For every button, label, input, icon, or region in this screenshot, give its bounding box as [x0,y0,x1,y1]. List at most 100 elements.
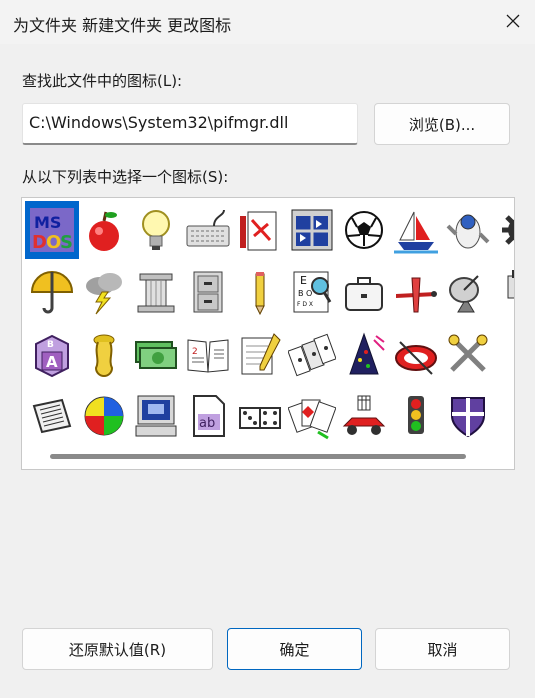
party-hat-icon[interactable] [337,325,391,383]
window-icon-glyph [291,209,333,251]
briefcase-icon-glyph [345,277,383,311]
svg-text:F D X: F D X [297,301,313,308]
restore-defaults-button[interactable]: 还原默认值(R) [22,628,213,670]
svg-text:E: E [300,274,307,287]
storm-cloud-icon-glyph [86,273,122,315]
window-title: 为文件夹 新建文件夹 更改图标 [13,16,232,35]
traffic-light-icon-glyph [408,396,424,434]
shield-icon[interactable] [441,387,495,445]
beach-ball-icon[interactable] [77,387,131,445]
satellite-dish-icon[interactable] [441,263,495,321]
file-cabinet-icon-glyph [193,271,223,313]
airplane-icon-glyph [396,277,437,313]
raft-icon[interactable] [389,325,443,383]
ms-dos-icon-glyph: MSD OS [30,208,74,253]
font-file-icon[interactable]: ab [181,387,235,445]
column-icon[interactable] [129,263,183,321]
svg-text:2: 2 [192,347,198,357]
icon-list[interactable]: MS D O S E B O F D X A B 2 ab [21,197,515,470]
light-bulb-icon-glyph [142,210,170,250]
pencil-document-icon[interactable] [233,201,287,259]
traffic-light-icon[interactable] [389,387,443,445]
svg-text:B O: B O [298,289,312,298]
apple-icon-glyph [89,211,119,251]
title-bar: 为文件夹 新建文件夹 更改图标 [0,0,535,44]
crossed-tools-icon[interactable] [441,325,495,383]
svg-text:B: B [47,340,54,350]
close-button[interactable] [499,7,527,35]
svg-text:MS: MS [34,213,61,232]
icon-file-path-input[interactable]: C:\Windows\System32\pifmgr.dll [22,103,358,145]
close-icon [506,14,520,28]
money-icon[interactable] [129,325,183,383]
svg-text:D: D [32,232,47,253]
keyboard-icon[interactable] [181,201,235,259]
pencil-document-icon-glyph [240,211,277,251]
note-pencil-icon-glyph [241,333,281,375]
computer-icon[interactable] [129,387,183,445]
dice-icon-glyph [239,407,281,429]
briefcase-icon[interactable] [337,263,391,321]
open-book-icon-glyph: 2 [187,339,229,373]
note-pencil-icon[interactable] [233,325,287,383]
trumpet-icon[interactable] [77,325,131,383]
dominoes-icon[interactable] [285,325,339,383]
computer-icon-glyph [135,395,177,437]
search-label: 查找此文件中的图标(L): [22,72,183,90]
gear-icon-glyph [502,215,514,245]
open-book-icon[interactable]: 2 [181,325,235,383]
keyboard-icon-glyph [186,209,230,247]
raft-icon-glyph [395,341,437,375]
race-car-icon-glyph [342,395,386,435]
money-icon-glyph [135,341,177,369]
svg-text:A: A [46,353,58,371]
dice-icon[interactable] [233,387,287,445]
icon-list-label: 从以下列表中选择一个图标(S): [22,168,229,186]
airplane-icon[interactable] [389,263,443,321]
sailboat-icon-glyph [394,211,438,254]
font-file-icon-glyph: ab [193,395,225,437]
crossed-tools-icon-glyph [448,334,488,372]
race-car-icon[interactable] [337,387,391,445]
file-cabinet-icon[interactable] [181,263,235,321]
playing-cards-icon-glyph [288,399,336,440]
gear-icon[interactable] [493,201,514,259]
storm-cloud-icon[interactable] [77,263,131,321]
apple-icon[interactable] [77,201,131,259]
svg-text:S: S [60,232,73,253]
eye-chart-icon-glyph: E B O F D X [293,271,332,313]
dominoes-icon-glyph [288,333,336,377]
pencil-icon-glyph [255,272,265,316]
umbrella-icon-glyph [30,271,74,314]
soccer-ball-icon[interactable] [337,201,391,259]
pencil-icon[interactable] [233,263,287,321]
toy-block-icon-glyph: AB [35,334,69,378]
astronaut-icon-glyph [446,214,490,249]
newspaper-icon[interactable] [25,387,79,445]
sailboat-icon[interactable] [389,201,443,259]
cancel-button[interactable]: 取消 [375,628,510,670]
beach-ball-icon-glyph [84,396,124,436]
horizontal-scrollbar[interactable] [23,446,513,468]
plug-icon-glyph [507,270,514,299]
light-bulb-icon[interactable] [129,201,183,259]
column-icon-glyph [137,273,175,313]
scrollbar-thumb[interactable] [50,454,466,459]
eye-chart-icon[interactable]: E B O F D X [285,263,339,321]
svg-text:ab: ab [199,416,215,431]
playing-cards-icon[interactable] [285,387,339,445]
astronaut-icon[interactable] [441,201,495,259]
soccer-ball-icon-glyph [345,211,383,249]
shield-icon-glyph [451,397,485,438]
window-icon[interactable] [285,201,339,259]
ms-dos-icon[interactable]: MS D O S [25,201,79,259]
toy-block-icon[interactable]: AB [25,325,79,383]
satellite-dish-icon-glyph [449,275,479,313]
browse-button[interactable]: 浏览(B)... [374,103,510,145]
plug-icon[interactable] [493,263,514,321]
umbrella-icon[interactable] [25,263,79,321]
ok-button[interactable]: 确定 [227,628,362,670]
trumpet-icon-glyph [93,334,115,377]
party-hat-icon-glyph [349,332,385,375]
newspaper-icon-glyph [32,398,72,434]
